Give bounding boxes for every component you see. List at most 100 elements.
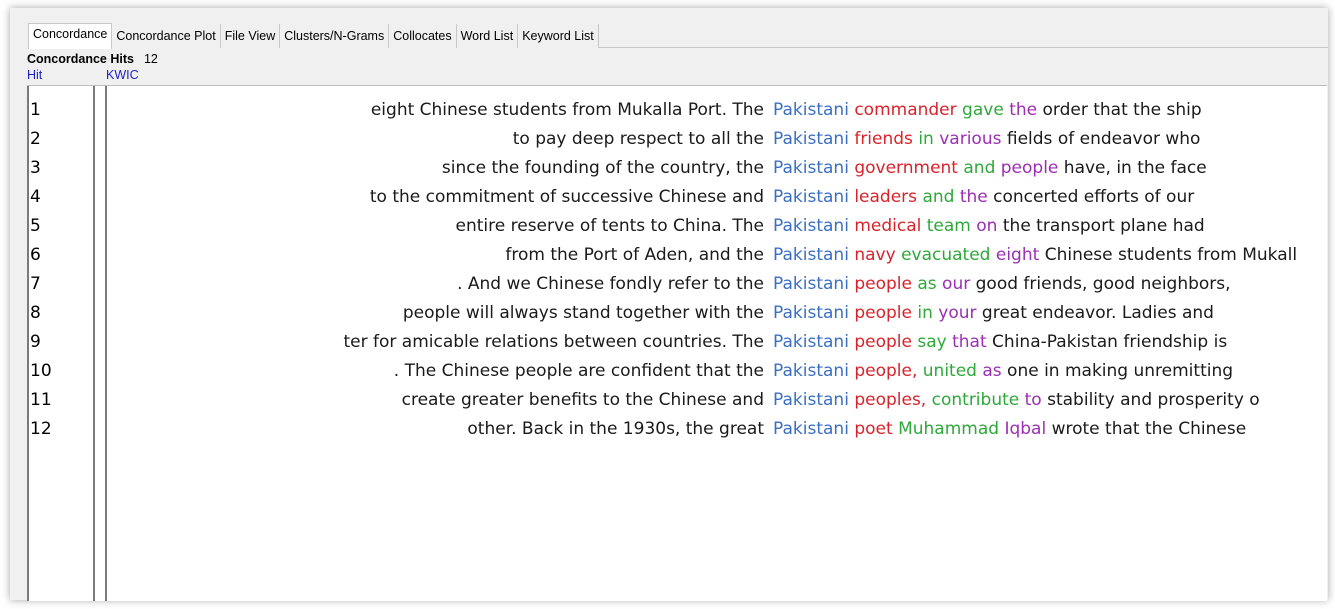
collocate-r3: the [959, 187, 988, 207]
right-context: Pakistani friends in various fields of e… [773, 125, 1200, 154]
tab-word-list[interactable]: Word List [457, 24, 519, 48]
node-word: Pakistani [773, 303, 849, 323]
collocate-r3: to [1024, 390, 1042, 410]
hit-number: 9 [30, 332, 41, 352]
collocate-r2: Muhammad [898, 419, 1000, 439]
collocate-r1: leaders [854, 187, 918, 207]
collocate-r3: Iqbal [1004, 419, 1047, 439]
concordance-row[interactable]: 5 entire reserve of tents to China. The Pa… [27, 212, 1327, 241]
remaining-context: the transport plane had [1002, 216, 1205, 236]
column-header-kwic[interactable]: KWIC [106, 68, 139, 82]
right-context: Pakistani people in your great endeavor.… [773, 299, 1214, 328]
remaining-context: have, in the face [1063, 158, 1207, 178]
collocate-r1: people [854, 274, 912, 294]
column-headers: Hit KWIC [27, 68, 1327, 84]
tab-concordance-plot[interactable]: Concordance Plot [112, 24, 221, 48]
concordance-row[interactable]: 9 ter for amicable relations between coun… [27, 328, 1327, 357]
remaining-context: one in making unremitting [1007, 361, 1234, 381]
node-word: Pakistani [773, 245, 849, 265]
remaining-context: wrote that the Chinese [1051, 419, 1247, 439]
remaining-context: Chinese students from Mukall [1044, 245, 1298, 265]
tab-bar-filler [598, 23, 1328, 48]
left-context: people will always stand together with t… [402, 303, 764, 323]
collocate-r1: friends [854, 129, 913, 149]
right-context: Pakistani people as our good friends, go… [773, 270, 1231, 299]
node-word: Pakistani [773, 216, 849, 236]
hit-number: 10 [30, 361, 52, 381]
collocate-r3: that [952, 332, 987, 352]
collocate-r2: gave [962, 100, 1004, 120]
collocate-r2: in [918, 129, 934, 149]
collocate-r3: eight [995, 245, 1040, 265]
collocate-r2: united [922, 361, 977, 381]
node-word: Pakistani [773, 274, 849, 294]
concordance-row[interactable]: 10 . The Chinese people are confident tha… [27, 357, 1327, 386]
right-context: Pakistani peoples, contribute to stabili… [773, 386, 1260, 415]
collocate-r2: team [926, 216, 971, 236]
node-word: Pakistani [773, 361, 849, 381]
remaining-context: stability and prosperity o [1047, 390, 1260, 410]
hit-number: 4 [30, 187, 41, 207]
concordance-row[interactable]: 11 create greater benefits to the Chinese… [27, 386, 1327, 415]
remaining-context: fields of endeavor who [1006, 129, 1201, 149]
collocate-r1: peoples, [854, 390, 927, 410]
right-context: Pakistani government and people have, in… [773, 154, 1207, 183]
tab-file-view[interactable]: File View [221, 24, 281, 48]
left-context: other. Back in the 1930s, the great [467, 419, 764, 439]
hit-number: 8 [30, 303, 41, 323]
collocate-r2: as [917, 274, 937, 294]
collocate-r2: contribute [931, 390, 1020, 410]
antconc-window: Concordance Concordance Plot File View Clus… [10, 8, 1328, 601]
tab-bar: Concordance Concordance Plot File View Clus… [28, 22, 1328, 49]
concordance-row[interactable]: 4 to the commitment of successive Chinese… [27, 183, 1327, 212]
concordance-row[interactable]: 6 from the Port of Aden, and the Pakistani… [27, 241, 1327, 270]
collocate-r1: people [854, 303, 912, 323]
node-word: Pakistani [773, 158, 849, 178]
right-context: Pakistani people, united as one in makin… [773, 357, 1233, 386]
collocate-r3: your [938, 303, 977, 323]
concordance-row[interactable]: 7 . And we Chinese fondly refer to the Pak… [27, 270, 1327, 299]
collocate-r3: the [1009, 100, 1038, 120]
tab-concordance[interactable]: Concordance [28, 23, 113, 49]
collocate-r1: medical [854, 216, 922, 236]
collocate-r1: people, [854, 361, 918, 381]
right-context: Pakistani medical team on the transport … [773, 212, 1205, 241]
node-word: Pakistani [773, 332, 849, 352]
left-context: to the commitment of successive Chinese … [369, 187, 764, 207]
concordance-list[interactable]: 1 eight Chinese students from Mukalla Por… [27, 85, 1327, 601]
node-word: Pakistani [773, 390, 849, 410]
collocate-r2: say [917, 332, 947, 352]
right-context: Pakistani commander gave the order that … [773, 96, 1202, 125]
left-context: to pay deep respect to all the [512, 129, 764, 149]
remaining-context: concerted efforts of our [993, 187, 1195, 207]
hit-number: 6 [30, 245, 41, 265]
collocate-r1: poet [854, 419, 893, 439]
tab-keyword-list[interactable]: Keyword List [518, 24, 599, 48]
collocate-r3: various [939, 129, 1002, 149]
tab-collocates[interactable]: Collocates [389, 24, 457, 48]
concordance-row[interactable]: 12 other. Back in the 1930s, the great Pak… [27, 415, 1327, 444]
concordance-row[interactable]: 2 to pay deep respect to all the Pakistani… [27, 125, 1327, 154]
left-context: eight Chinese students from Mukalla Port… [370, 100, 764, 120]
collocate-r2: and [963, 158, 996, 178]
hit-number: 7 [30, 274, 41, 294]
node-word: Pakistani [773, 129, 849, 149]
remaining-context: order that the ship [1042, 100, 1202, 120]
remaining-context: China-Pakistan friendship is [992, 332, 1228, 352]
collocate-r3: on [976, 216, 998, 236]
concordance-row[interactable]: 8 people will always stand together with … [27, 299, 1327, 328]
column-header-hit[interactable]: Hit [27, 68, 42, 82]
left-context: . The Chinese people are confident that … [393, 361, 764, 381]
right-context: Pakistani people say that China-Pakistan… [773, 328, 1227, 357]
concordance-row[interactable]: 1 eight Chinese students from Mukalla Por… [27, 96, 1327, 125]
right-context: Pakistani leaders and the concerted effo… [773, 183, 1194, 212]
collocate-r1: people [854, 332, 912, 352]
hit-number: 5 [30, 216, 41, 236]
collocate-r1: commander [854, 100, 957, 120]
remaining-context: great endeavor. Ladies and [981, 303, 1214, 323]
tab-clusters-n-grams[interactable]: Clusters/N-Grams [280, 24, 390, 48]
collocate-r2: and [922, 187, 955, 207]
concordance-row[interactable]: 3 since the founding of the country, the P… [27, 154, 1327, 183]
hit-number: 1 [30, 100, 41, 120]
collocate-r3: as [982, 361, 1002, 381]
